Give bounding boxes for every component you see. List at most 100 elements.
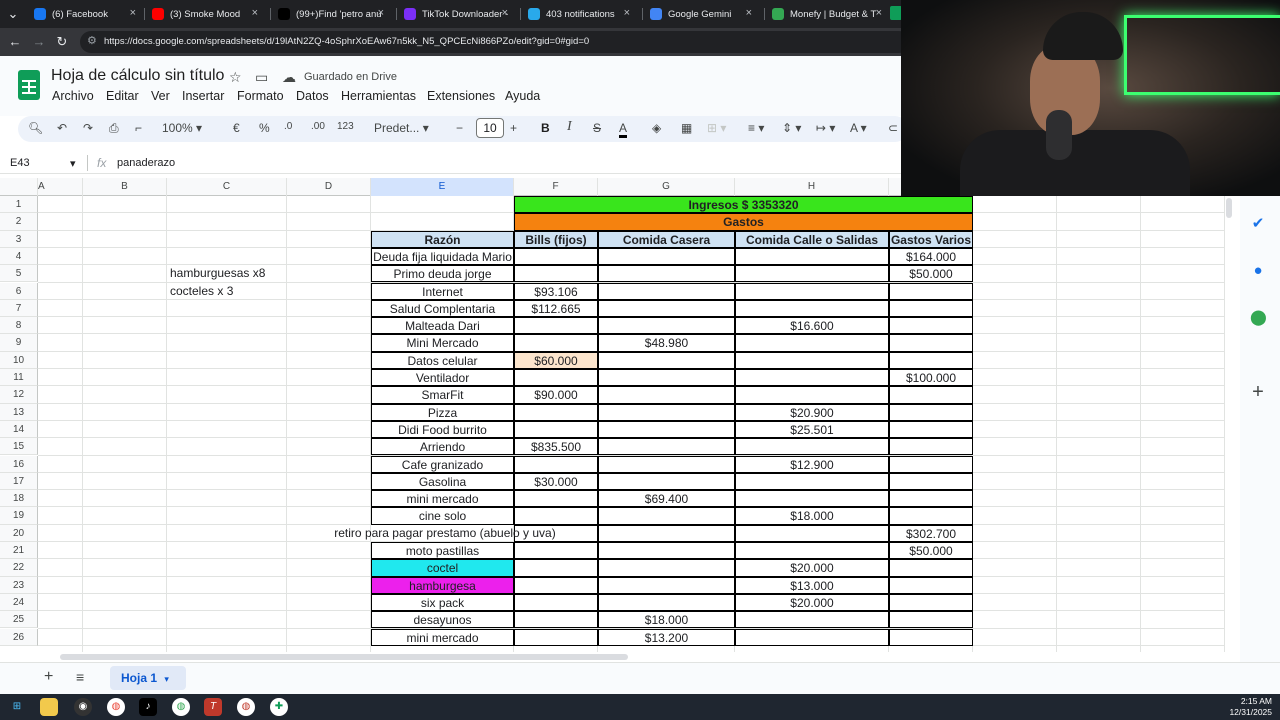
- undo-icon[interactable]: ↶: [57, 121, 67, 135]
- row-header[interactable]: 14: [0, 420, 38, 439]
- home-food-cell[interactable]: [598, 369, 735, 387]
- menu-extensiones[interactable]: Extensiones: [427, 89, 495, 103]
- home-food-cell[interactable]: [598, 420, 735, 439]
- bills-cell[interactable]: [514, 420, 598, 439]
- reason-cell[interactable]: six pack: [371, 593, 514, 612]
- street-food-cell[interactable]: [735, 524, 889, 542]
- row-header[interactable]: 11: [0, 369, 38, 387]
- column-header-e[interactable]: E: [371, 178, 514, 196]
- name-box[interactable]: E43 ▾: [10, 157, 76, 170]
- bills-cell[interactable]: [514, 403, 598, 421]
- reason-cell[interactable]: retiro para pagar prestamo (abuelo y uva…: [300, 525, 590, 542]
- zoom-select[interactable]: 100% ▾: [162, 121, 202, 135]
- misc-expenses-cell[interactable]: [889, 334, 973, 352]
- home-food-cell[interactable]: [598, 559, 735, 577]
- home-food-cell[interactable]: $13.200: [598, 628, 735, 646]
- misc-expenses-cell[interactable]: [889, 317, 973, 335]
- fill-color-icon[interactable]: ◈: [652, 121, 661, 135]
- street-food-cell[interactable]: [735, 282, 889, 300]
- redo-icon[interactable]: ↷: [83, 121, 93, 135]
- misc-expenses-cell[interactable]: [889, 299, 973, 318]
- menu-formato[interactable]: Formato: [237, 89, 284, 103]
- home-food-cell[interactable]: $18.000: [598, 611, 735, 629]
- text-rotation-icon[interactable]: A ▾: [850, 121, 867, 135]
- home-food-cell[interactable]: [598, 455, 735, 473]
- table-header-cell[interactable]: Bills (fijos): [514, 230, 598, 248]
- street-food-cell[interactable]: [735, 438, 889, 456]
- row-header[interactable]: 25: [0, 611, 38, 629]
- misc-expenses-cell[interactable]: [889, 593, 973, 612]
- bills-cell[interactable]: [514, 628, 598, 646]
- side-note-cell[interactable]: cocteles x 3: [167, 283, 371, 300]
- reason-cell[interactable]: Ventilador: [371, 369, 514, 387]
- insert-link-icon[interactable]: ⊂: [888, 121, 898, 135]
- chrome-profile-icon[interactable]: ◍: [172, 698, 190, 716]
- bills-cell[interactable]: [514, 576, 598, 594]
- text-editor-icon[interactable]: T: [204, 698, 222, 716]
- vertical-align-icon[interactable]: ⇕ ▾: [782, 121, 801, 135]
- row-header[interactable]: 18: [0, 490, 38, 508]
- side-note-cell[interactable]: hamburguesas x8: [167, 265, 371, 282]
- street-food-cell[interactable]: $20.000: [735, 559, 889, 577]
- home-food-cell[interactable]: [598, 386, 735, 404]
- reason-cell[interactable]: Salud Complentaria: [371, 299, 514, 318]
- reason-cell[interactable]: mini mercado: [371, 628, 514, 646]
- home-food-cell[interactable]: [598, 317, 735, 335]
- row-header[interactable]: 13: [0, 403, 38, 421]
- home-food-cell[interactable]: [598, 282, 735, 300]
- row-header[interactable]: 9: [0, 334, 38, 352]
- site-info-icon[interactable]: ⚙: [87, 34, 97, 47]
- browser-tab[interactable]: (6) Facebook ×: [28, 2, 142, 26]
- menu-ver[interactable]: Ver: [151, 89, 170, 103]
- bills-cell[interactable]: [514, 265, 598, 283]
- row-header[interactable]: 5: [0, 265, 38, 283]
- increase-font-size-icon[interactable]: +: [510, 121, 517, 135]
- reason-cell[interactable]: SmarFit: [371, 386, 514, 404]
- home-food-cell[interactable]: [598, 576, 735, 594]
- print-icon[interactable]: ⎙: [109, 121, 119, 136]
- horizontal-align-icon[interactable]: ≡ ▾: [748, 121, 764, 135]
- percent-format-button[interactable]: %: [259, 121, 270, 135]
- chrome-icon[interactable]: ◍: [107, 698, 125, 716]
- street-food-cell[interactable]: [735, 386, 889, 404]
- home-food-cell[interactable]: [598, 472, 735, 491]
- text-wrap-icon[interactable]: ↦ ▾: [816, 121, 835, 135]
- reason-cell[interactable]: Arriendo: [371, 438, 514, 456]
- maps-icon[interactable]: ⬤: [1250, 308, 1267, 326]
- home-food-cell[interactable]: $48.980: [598, 334, 735, 352]
- home-food-cell[interactable]: [598, 507, 735, 525]
- home-food-cell[interactable]: [598, 351, 735, 369]
- paint-format-icon[interactable]: ⌐: [135, 121, 142, 135]
- income-header[interactable]: Ingresos $ 3353320: [514, 196, 973, 214]
- table-header-cell[interactable]: Comida Calle o Salidas: [735, 230, 889, 248]
- spreadsheet-grid[interactable]: ABCDEFGHI 123456789101112131415161718192…: [0, 178, 1225, 652]
- home-food-cell[interactable]: [598, 247, 735, 266]
- sheets-logo-icon[interactable]: [18, 70, 40, 100]
- expenses-header[interactable]: Gastos: [514, 213, 973, 231]
- row-header[interactable]: 10: [0, 351, 38, 369]
- misc-expenses-cell[interactable]: [889, 420, 973, 439]
- column-header-b[interactable]: B: [83, 178, 167, 196]
- misc-expenses-cell[interactable]: [889, 507, 973, 525]
- sheet-tab-hoja-1[interactable]: Hoja 1 ▾: [110, 666, 186, 690]
- vertical-scrollbar[interactable]: [1226, 198, 1232, 218]
- bills-cell[interactable]: [514, 334, 598, 352]
- text-color-icon[interactable]: A: [619, 121, 628, 138]
- bills-cell[interactable]: [514, 611, 598, 629]
- bold-icon[interactable]: B: [541, 121, 550, 135]
- street-food-cell[interactable]: $20.000: [735, 593, 889, 612]
- reason-cell[interactable]: Datos celular: [371, 351, 514, 369]
- browser-tab[interactable]: (3) Smoke Mood ×: [146, 2, 264, 26]
- misc-expenses-cell[interactable]: $50.000: [889, 542, 973, 560]
- number-format-button[interactable]: 123: [337, 121, 354, 132]
- home-food-cell[interactable]: [598, 438, 735, 456]
- street-food-cell[interactable]: $18.000: [735, 507, 889, 525]
- home-food-cell[interactable]: [598, 265, 735, 283]
- formula-input[interactable]: panaderazo: [117, 157, 175, 169]
- bills-cell[interactable]: $93.106: [514, 282, 598, 300]
- font-select[interactable]: Predet... ▾: [374, 121, 429, 135]
- bills-cell[interactable]: [514, 490, 598, 508]
- row-header[interactable]: 26: [0, 628, 38, 646]
- row-header[interactable]: 17: [0, 472, 38, 491]
- bills-cell[interactable]: [514, 542, 598, 560]
